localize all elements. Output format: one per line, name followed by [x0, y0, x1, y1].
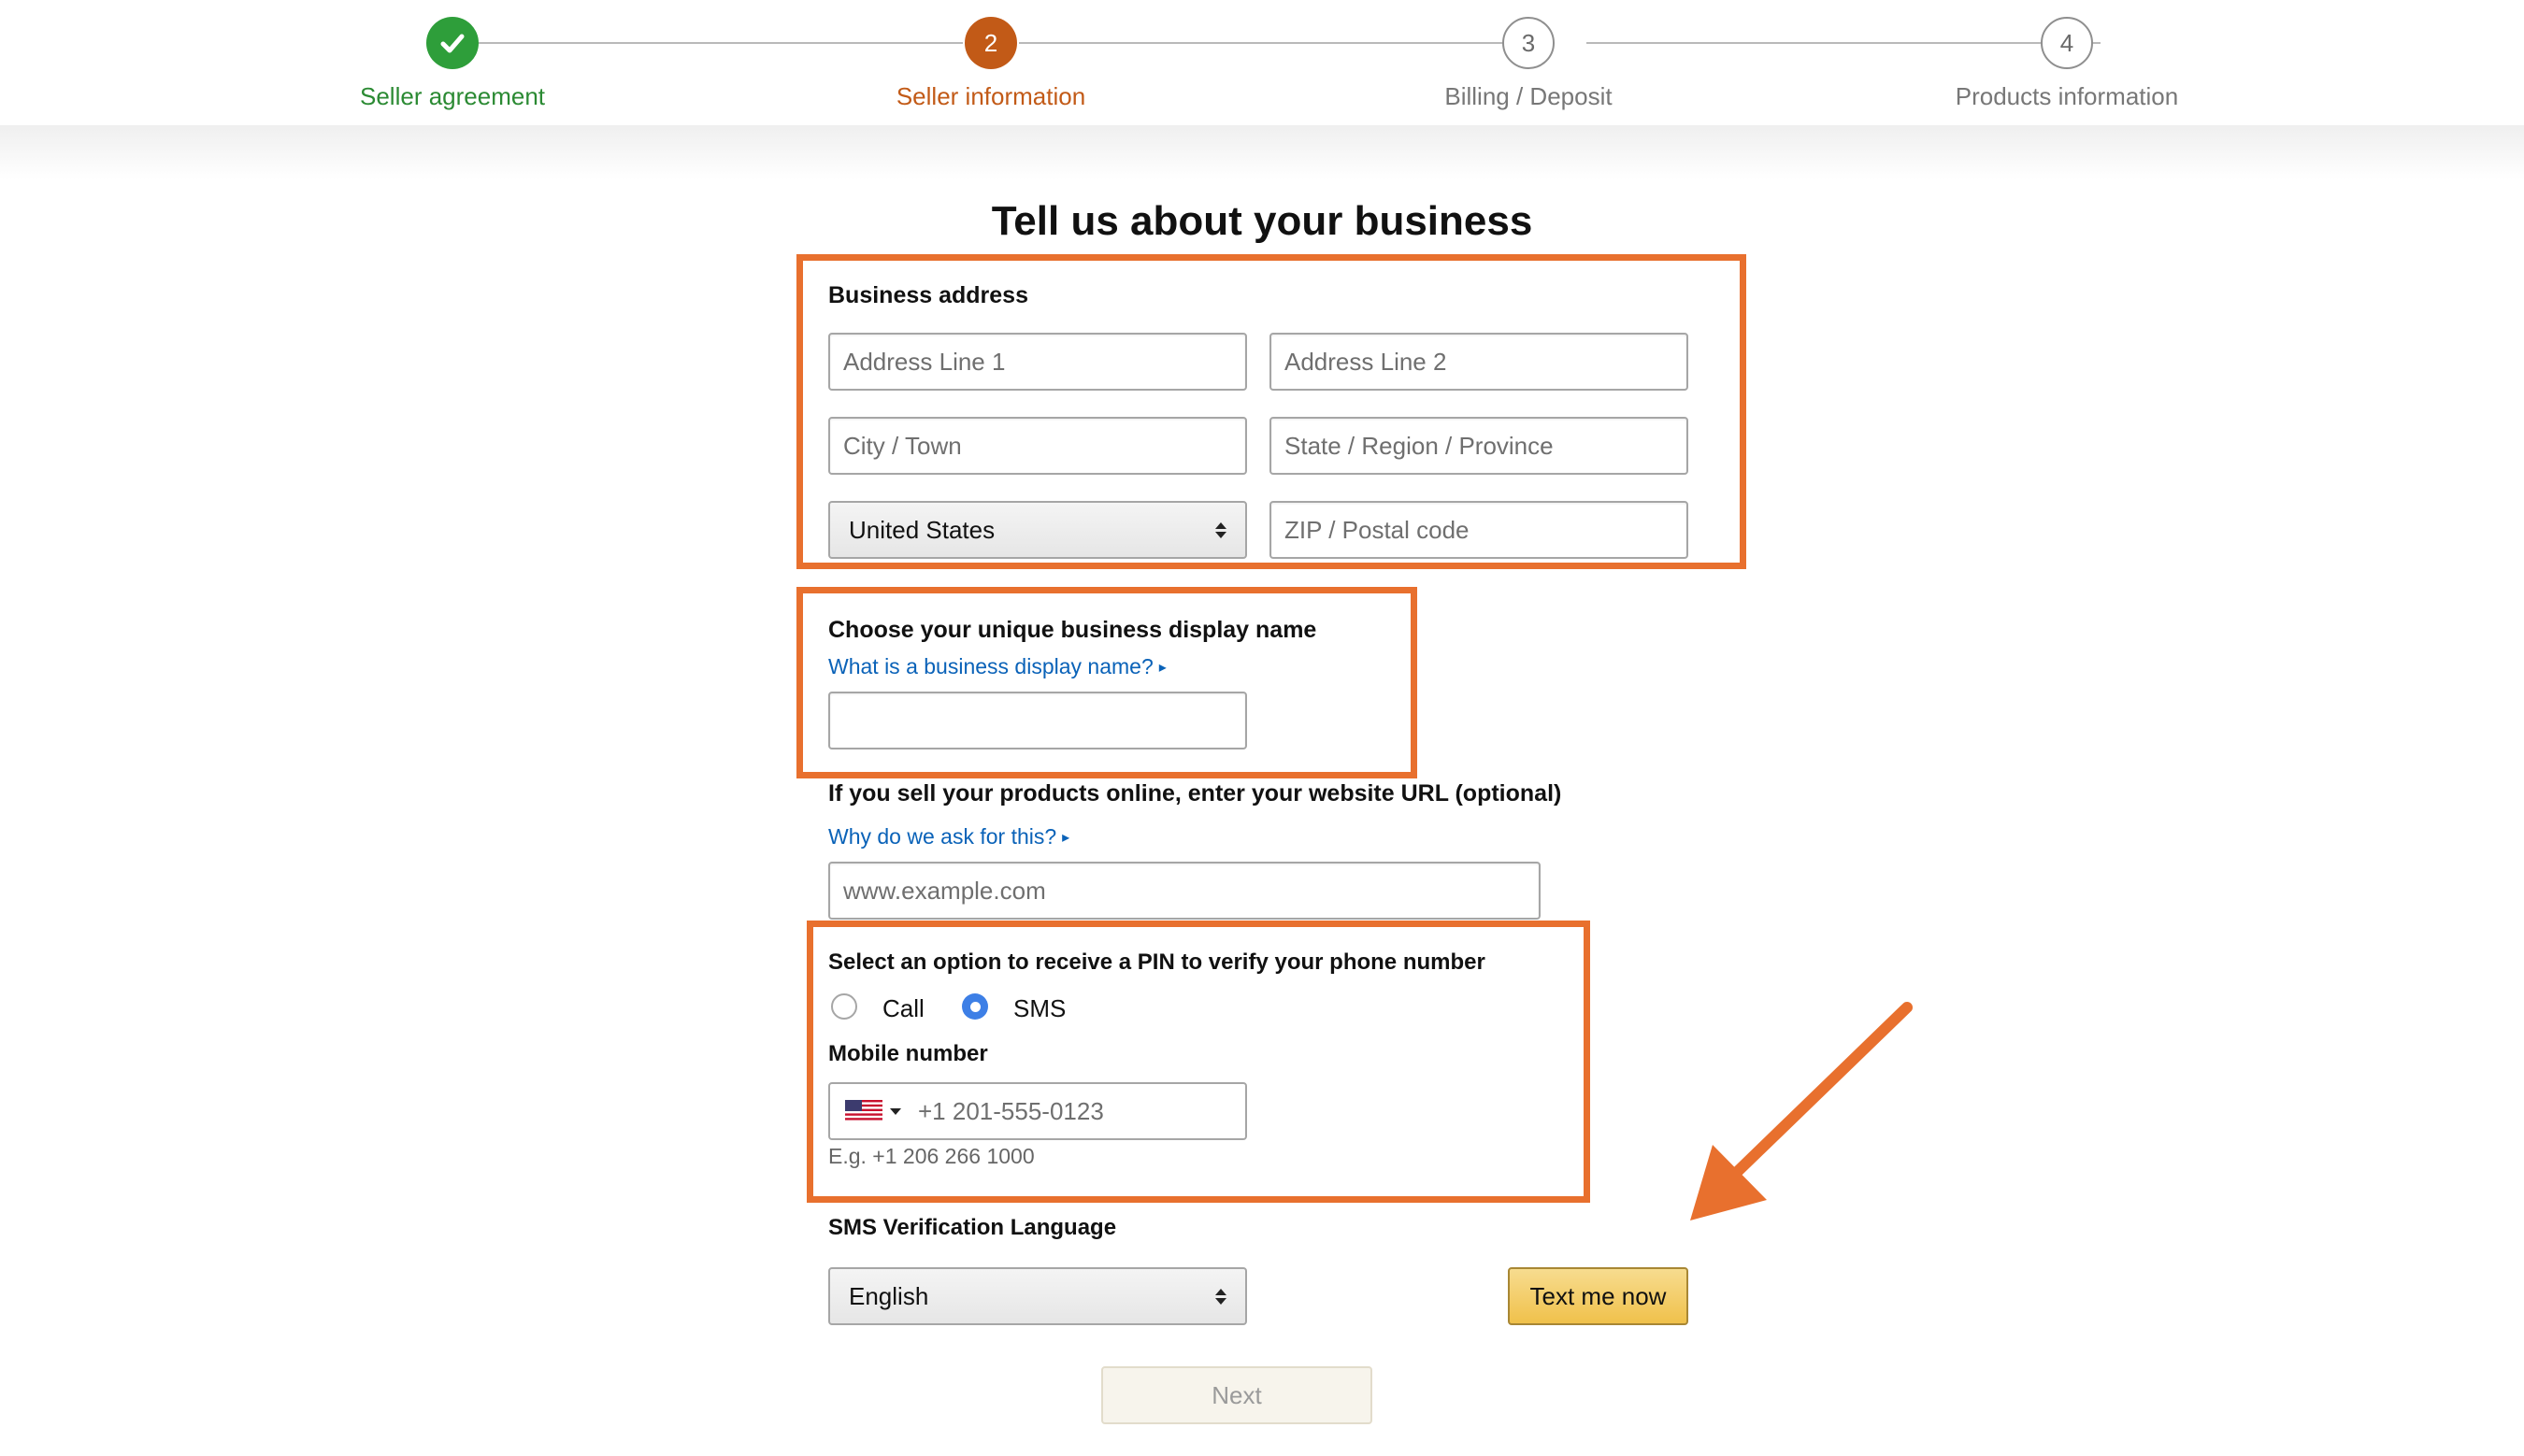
- city-input[interactable]: [828, 417, 1247, 475]
- country-select[interactable]: United States: [828, 501, 1247, 559]
- mobile-number-label: Mobile number: [828, 1041, 988, 1066]
- step-label-products-information: Products information: [1955, 82, 2179, 110]
- progress-stepper: Seller agreement 2 Seller information 3 …: [0, 0, 2524, 131]
- text-me-now-button[interactable]: Text me now: [1508, 1267, 1688, 1325]
- step-label-seller-information: Seller information: [896, 82, 1086, 110]
- chevron-right-icon: ▸: [1158, 660, 1167, 676]
- stepper-divider: [0, 125, 2524, 179]
- chevron-right-icon: ▸: [1062, 830, 1070, 846]
- us-flag-icon: [845, 1100, 882, 1122]
- checkmark-icon: [426, 17, 479, 69]
- select-arrows-icon: [1215, 1288, 1226, 1305]
- mobile-number-field[interactable]: [828, 1082, 1247, 1140]
- step-number-4: 4: [2041, 17, 2093, 69]
- step-connector: [1586, 42, 2101, 44]
- step-number-2: 2: [965, 17, 1017, 69]
- country-code-dropdown[interactable]: [845, 1100, 916, 1122]
- sms-language-select[interactable]: English: [828, 1267, 1247, 1325]
- display-name-heading: Choose your unique business display name: [828, 617, 1317, 643]
- sms-radio[interactable]: [962, 993, 988, 1020]
- step-label-billing-deposit: Billing / Deposit: [1444, 82, 1613, 110]
- step-number-3: 3: [1502, 17, 1555, 69]
- state-input[interactable]: [1269, 417, 1688, 475]
- sms-radio-label[interactable]: SMS: [1013, 994, 1066, 1023]
- select-arrows-icon: [1215, 521, 1226, 538]
- step-connector: [1019, 42, 1530, 44]
- zip-input[interactable]: [1269, 501, 1688, 559]
- sms-language-select-value: English: [849, 1281, 929, 1310]
- page-title: Tell us about your business: [991, 198, 1533, 244]
- call-radio[interactable]: [831, 993, 857, 1020]
- sms-language-heading: SMS Verification Language: [828, 1215, 1117, 1240]
- address-line2-input[interactable]: [1269, 333, 1688, 391]
- call-radio-label[interactable]: Call: [882, 994, 925, 1023]
- next-button[interactable]: Next: [1101, 1366, 1372, 1424]
- website-help-link[interactable]: Why do we ask for this? ▸: [828, 824, 1069, 849]
- website-help-link-text: Why do we ask for this?: [828, 824, 1057, 849]
- step-label-seller-agreement: Seller agreement: [360, 82, 545, 110]
- display-name-help-link[interactable]: What is a business display name? ▸: [828, 654, 1167, 679]
- display-name-input[interactable]: [828, 692, 1247, 749]
- address-line1-input[interactable]: [828, 333, 1247, 391]
- website-heading: If you sell your products online, enter …: [828, 780, 1562, 807]
- highlight-box-display-name: [796, 587, 1417, 778]
- business-address-heading: Business address: [828, 282, 1028, 308]
- website-url-input[interactable]: [828, 862, 1541, 920]
- pin-option-heading: Select an option to receive a PIN to ver…: [828, 949, 1485, 975]
- caret-down-icon: [890, 1107, 901, 1115]
- country-select-value: United States: [849, 515, 996, 544]
- display-name-help-link-text: What is a business display name?: [828, 654, 1154, 678]
- mobile-number-example: E.g. +1 206 266 1000: [828, 1144, 1035, 1168]
- step-connector: [452, 42, 963, 44]
- mobile-number-input[interactable]: [916, 1084, 1245, 1138]
- annotation-arrow-icon: [1690, 1002, 1913, 1220]
